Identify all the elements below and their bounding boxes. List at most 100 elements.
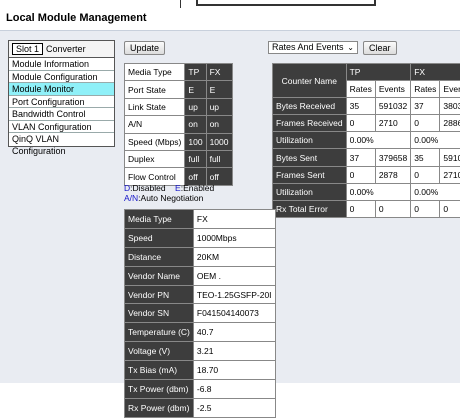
top-frame-box xyxy=(196,0,376,6)
cell-value: on xyxy=(185,116,206,133)
counter-value: 0.00% xyxy=(411,183,460,200)
sidebar-item-bandwidth-control[interactable]: Bandwidth Control xyxy=(9,108,114,121)
table-row: Speed 1000Mbps xyxy=(125,228,275,247)
xcvr-value: -2.5 xyxy=(193,398,275,417)
counter-value: 0 xyxy=(411,166,440,183)
group-header-fx: FX xyxy=(411,64,460,81)
slot-label: Slot xyxy=(16,44,32,54)
counter-label: Frames Sent xyxy=(273,166,346,183)
row-label: Port State xyxy=(125,81,185,98)
xcvr-value: 20KM xyxy=(193,247,275,266)
sidebar-item-module-information[interactable]: Module Information xyxy=(9,58,114,71)
table-row: Bytes Received 35 591032 37 380332 xyxy=(273,98,460,115)
sidebar-item-module-configuration[interactable]: Module Configuration xyxy=(9,70,114,83)
xcvr-label: Tx Bias (mA) xyxy=(125,361,193,380)
table-row: Link State up up xyxy=(125,98,232,116)
legend-line-2: A/N:Auto Negotiation xyxy=(124,193,214,203)
counter-name-header: Counter Name xyxy=(273,64,346,98)
transceiver-table: Media Type FX Speed 1000Mbps Distance 20KM … xyxy=(124,209,276,418)
table-row: Duplex full full xyxy=(125,150,232,168)
table-row: Vendor PN TEO-1.25GSFP-20I xyxy=(125,285,275,304)
chevron-down-icon: ⌄ xyxy=(347,43,354,52)
counter-value: 0.00% xyxy=(346,183,411,200)
xcvr-label: Vendor PN xyxy=(125,285,193,304)
legend-key-autoneg: A/N xyxy=(124,193,139,203)
table-row: Counter Name TP FX xyxy=(273,64,460,98)
legend-text-enabled: :Enabled xyxy=(180,183,215,193)
sidebar-item-module-monitor[interactable]: Module Monitor xyxy=(9,83,114,96)
cell-value: full xyxy=(185,150,206,168)
subheader-events-tp: Events xyxy=(375,81,411,98)
legend-line-1: D:Disabled E:Enabled xyxy=(124,183,214,193)
cell-value: 1000 xyxy=(206,133,232,150)
xcvr-label: Speed xyxy=(125,228,193,247)
mode-select[interactable]: Rates And Events ⌄ xyxy=(268,41,358,54)
cell-value: E xyxy=(185,81,206,98)
cell-value: full xyxy=(206,150,232,168)
counter-value: 0.00% xyxy=(346,132,411,149)
page-title: Local Module Management xyxy=(6,12,147,24)
table-row: Utilization 0.00% 0.00% xyxy=(273,183,460,200)
xcvr-label: Voltage (V) xyxy=(125,342,193,361)
port-header-label: Media Type xyxy=(125,64,185,81)
table-row: Port State E E xyxy=(125,81,232,98)
slot-value: 1 xyxy=(34,44,40,54)
sidebar-item-vlan-configuration[interactable]: VLAN Configuration xyxy=(9,120,114,133)
counter-value: 591032 xyxy=(440,149,460,166)
sidebar-item-port-configuration[interactable]: Port Configuration xyxy=(9,95,114,108)
counter-label: Rx Total Error xyxy=(273,200,346,217)
state-legend: D:Disabled E:Enabled A/N:Auto Negotiatio… xyxy=(124,183,214,203)
table-row: A/N on on xyxy=(125,116,232,133)
xcvr-value: 1000Mbps xyxy=(193,228,275,247)
xcvr-value: OEM . xyxy=(193,266,275,285)
counter-value: 0 xyxy=(346,166,375,183)
mode-select-value: Rates And Events xyxy=(272,42,344,52)
row-label: Speed (Mbps) xyxy=(125,133,185,150)
update-button[interactable]: Update xyxy=(124,41,166,55)
port-header-fx: FX xyxy=(206,64,232,81)
table-row: Rx Total Error 0 0 0 0 xyxy=(273,200,460,217)
table-row: Frames Received 0 2710 0 2886 xyxy=(273,115,460,132)
counter-value: 2710 xyxy=(440,166,460,183)
counter-value: 2886 xyxy=(440,115,460,132)
subheader-events-fx: Events xyxy=(440,81,460,98)
counter-label: Frames Received xyxy=(273,115,346,132)
table-row: Rx Power (dbm) -2.5 xyxy=(125,398,275,417)
xcvr-value: TEO-1.25GSFP-20I xyxy=(193,285,275,304)
counter-value: 380332 xyxy=(440,98,460,115)
xcvr-label: Rx Power (dbm) xyxy=(125,398,193,417)
counter-label: Utilization xyxy=(273,183,346,200)
counter-value: 0 xyxy=(346,115,375,132)
xcvr-label: Vendor Name xyxy=(125,266,193,285)
row-label: A/N xyxy=(125,116,185,133)
counter-value: 2710 xyxy=(375,115,411,132)
cell-value: up xyxy=(206,98,232,116)
counter-value: 0.00% xyxy=(411,132,460,149)
counter-table: Counter Name TP FX Rates Events Rates Ev… xyxy=(272,63,460,218)
top-frame-separator xyxy=(180,0,181,8)
table-row: Temperature (C) 40.7 xyxy=(125,323,275,342)
clear-button[interactable]: Clear xyxy=(363,41,397,55)
xcvr-value: 40.7 xyxy=(193,323,275,342)
xcvr-value: F041504140073 xyxy=(193,304,275,323)
port-status-table: Media Type TP FX Port State E E Link Sta… xyxy=(124,63,233,186)
subheader-rates-tp: Rates xyxy=(346,81,375,98)
table-row: Media Type FX xyxy=(125,210,275,228)
cell-value: up xyxy=(185,98,206,116)
table-row: Frames Sent 0 2878 0 2710 xyxy=(273,166,460,183)
legend-text-autoneg: :Auto Negotiation xyxy=(138,193,204,203)
sidebar-item-qinq-vlan-configuration[interactable]: QinQ VLAN Configuration xyxy=(9,133,114,156)
counter-value: 35 xyxy=(411,149,440,166)
counter-value: 2878 xyxy=(375,166,411,183)
group-header-tp: TP xyxy=(346,64,411,81)
slot-selector[interactable]: Slot 1 Converter xyxy=(9,41,114,58)
table-row: Speed (Mbps) 100 1000 xyxy=(125,133,232,150)
counter-value: 0 xyxy=(411,200,440,217)
legend-text-disabled: :Disabled xyxy=(130,183,166,193)
table-row: Voltage (V) 3.21 xyxy=(125,342,275,361)
table-row: Utilization 0.00% 0.00% xyxy=(273,132,460,149)
table-row: Vendor SN F041504140073 xyxy=(125,304,275,323)
slot-type: Converter xyxy=(46,44,86,54)
table-row: Bytes Sent 37 379658 35 591032 xyxy=(273,149,460,166)
slot-chip[interactable]: Slot 1 xyxy=(12,43,44,55)
